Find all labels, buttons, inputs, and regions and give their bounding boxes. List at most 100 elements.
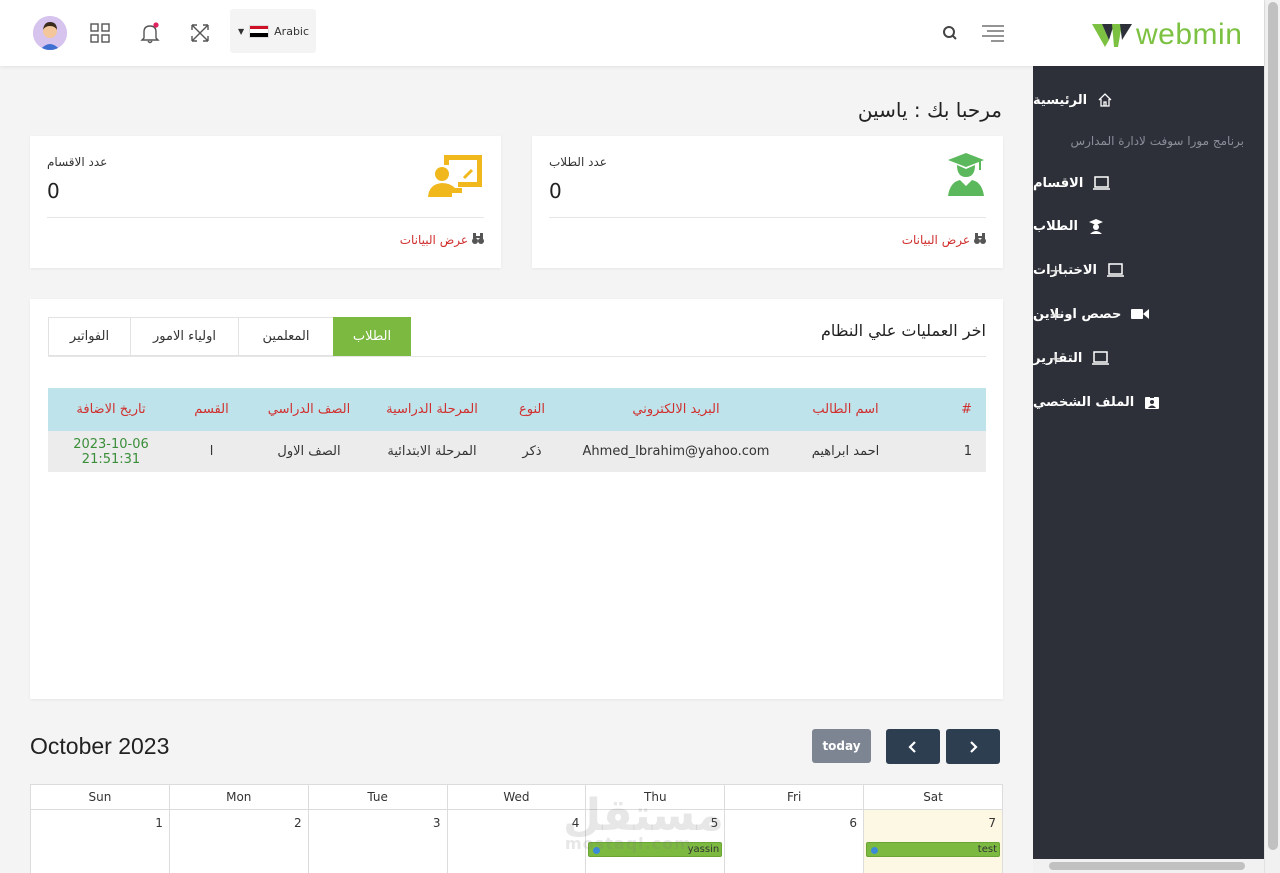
top-bar: ▼ Arabic webmin — [0, 0, 1264, 66]
apps-grid-icon[interactable] — [87, 20, 113, 46]
laptop-icon — [1107, 262, 1125, 277]
stat-value: 0 — [47, 179, 60, 203]
event-title: test — [977, 844, 997, 855]
search-icon[interactable] — [937, 20, 963, 46]
calendar-event[interactable]: yassin — [588, 842, 723, 857]
stat-value: 0 — [549, 179, 562, 203]
calendar-day-cell[interactable]: 4 — [446, 809, 587, 873]
sidebar-item-label: الرئيسية — [1033, 92, 1088, 108]
table-row[interactable]: 2023-10-06 21:51:31 ا الصف الاول المرحلة… — [48, 431, 986, 472]
column-header: تاريخ الاضافة — [48, 388, 174, 431]
sidebar-item-label: الاختبارات — [1033, 262, 1098, 278]
tab-teachers[interactable]: المعلمين — [238, 317, 333, 356]
column-header: اسم الطالب — [783, 388, 908, 431]
operations-table: تاريخ الاضافة القسم الصف الدراسي المرحلة… — [48, 388, 986, 472]
calendar-day-cell-today[interactable]: 7 test — [863, 809, 1003, 873]
sidebar-item-home[interactable]: الرئيسية — [1033, 85, 1264, 115]
notification-bell-icon[interactable] — [137, 20, 163, 46]
sidebar-item-label: الملف الشخصي — [1033, 394, 1135, 410]
fullscreen-icon[interactable] — [187, 20, 213, 46]
column-header: الصف الدراسي — [249, 388, 369, 431]
tab-students[interactable]: الطلاب — [333, 317, 411, 356]
calendar-day-cell[interactable]: 1 — [30, 809, 170, 873]
table-cell-index: 1 — [908, 431, 986, 472]
expand-plus-icon: + — [1049, 304, 1063, 324]
binoculars-icon — [472, 233, 484, 247]
sidebar-item-exams[interactable]: + الاختبارات — [1033, 255, 1264, 285]
operations-title: اخر العمليات علي النظام — [820, 321, 986, 340]
expand-plus-icon: + — [1049, 260, 1063, 280]
sidebar-item-online-classes[interactable]: + حصص اونلاين — [1033, 299, 1264, 329]
next-month-button[interactable] — [946, 729, 1000, 764]
graduate-icon — [946, 152, 986, 200]
weekday-header: Sun — [30, 784, 170, 810]
column-header: القسم — [174, 388, 249, 431]
sidebar-horizontal-scrollbar[interactable] — [1033, 859, 1264, 873]
table-cell-stage: المرحلة الابتدائية — [369, 431, 495, 472]
latest-operations-card: اخر العمليات علي النظام الفواتير اولياء … — [30, 299, 1003, 699]
sidebar-item-students[interactable]: الطلاب — [1033, 211, 1264, 241]
sidebar: الرئيسية برنامج مورا سوفت لادارة المدارس… — [1033, 66, 1264, 873]
prev-month-button[interactable] — [886, 729, 940, 764]
language-label: Arabic — [274, 24, 310, 38]
sections-count-card: عدد الاقسام 0 عرض البيانات — [30, 136, 501, 268]
id-badge-icon — [1145, 395, 1160, 409]
expand-plus-icon: + — [1049, 348, 1063, 368]
day-number: 5 — [710, 816, 719, 830]
egypt-flag-icon — [249, 24, 270, 38]
day-number: 6 — [849, 816, 858, 830]
event-dot-icon — [593, 847, 601, 854]
calendar-week-row: 1 2 3 4 5 yassin 6 7 test — [30, 809, 1003, 873]
weekday-header: Thu — [585, 784, 726, 810]
weekday-header: Mon — [168, 784, 309, 810]
welcome-heading: مرحبا بك : ياسين — [857, 98, 1002, 122]
view-data-link[interactable]: عرض البيانات — [902, 233, 986, 247]
tabs-divider — [48, 356, 986, 357]
view-data-label: عرض البيانات — [399, 233, 468, 247]
tab-invoices[interactable]: الفواتير — [48, 317, 130, 356]
tab-parents[interactable]: اولياء الامور — [130, 317, 238, 356]
day-number: 4 — [571, 816, 580, 830]
scrollbar-thumb[interactable] — [1049, 862, 1245, 870]
sidebar-item-profile[interactable]: الملف الشخصي — [1033, 387, 1264, 417]
calendar-title: October 2023 — [30, 733, 170, 759]
sidebar-item-label: الاقسام — [1033, 175, 1084, 191]
calendar-day-cell[interactable]: 3 — [307, 809, 448, 873]
menu-toggle-icon[interactable] — [979, 20, 1007, 46]
language-selector[interactable]: ▼ Arabic — [230, 9, 316, 53]
calendar-grid: Sun Mon Tue Wed Thu Fri Sat 1 2 3 4 5 ya… — [30, 784, 1003, 873]
stat-label: عدد الاقسام — [47, 155, 108, 169]
divider — [549, 217, 986, 218]
calendar-day-cell[interactable]: 6 — [724, 809, 865, 873]
day-number: 2 — [294, 816, 302, 830]
logo-mark-icon — [1092, 24, 1132, 47]
video-icon — [1131, 309, 1150, 319]
page-vertical-scrollbar[interactable] — [1264, 0, 1280, 873]
table-cell-section: ا — [174, 431, 249, 472]
day-number: 7 — [988, 816, 996, 830]
operations-tabs: الفواتير اولياء الامور المعلمين الطلاب — [48, 317, 411, 356]
view-data-link[interactable]: عرض البيانات — [400, 233, 484, 247]
user-avatar[interactable] — [33, 16, 67, 50]
day-number: 3 — [432, 816, 441, 830]
table-cell-date: 2023-10-06 21:51:31 — [48, 431, 174, 472]
table-cell-email: Ahmed_Ibrahim@yahoo.com — [569, 431, 783, 472]
sidebar-item-reports[interactable]: + التقارير — [1033, 343, 1264, 373]
scrollbar-thumb[interactable] — [1268, 2, 1278, 850]
teacher-board-icon — [428, 152, 484, 202]
calendar-event[interactable]: test — [866, 842, 1000, 857]
binoculars-icon — [974, 233, 986, 247]
webmin-logo[interactable]: webmin — [1092, 20, 1242, 50]
sidebar-item-sections[interactable]: الاقسام — [1033, 168, 1264, 198]
event-dot-icon — [871, 847, 879, 854]
table-header-row: تاريخ الاضافة القسم الصف الدراسي المرحلة… — [48, 388, 986, 431]
calendar-day-cell[interactable]: 2 — [168, 809, 309, 873]
today-button[interactable]: today — [812, 729, 871, 763]
table-cell-gender: ذكر — [495, 431, 569, 472]
sidebar-item-label: الطلاب — [1033, 218, 1078, 234]
weekday-header: Wed — [446, 784, 587, 810]
weekday-header: Fri — [724, 784, 865, 810]
logo-text: webmin — [1136, 18, 1243, 51]
calendar-day-cell[interactable]: 5 yassin — [585, 809, 726, 873]
laptop-icon — [1092, 350, 1110, 365]
